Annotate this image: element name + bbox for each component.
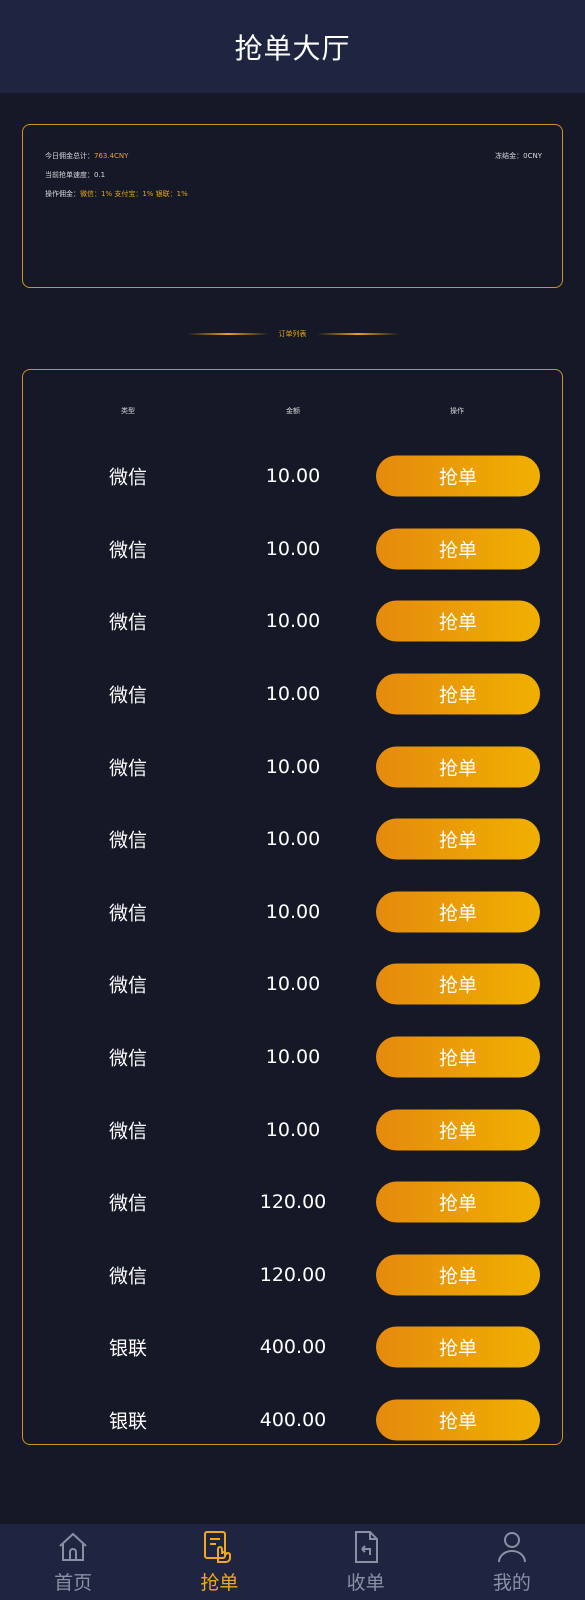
order-type: 微信 (108, 1192, 148, 1215)
fee-row: 操作佣金：微信：1% 支付宝：1% 银联：1% (45, 189, 188, 199)
grab-order-button[interactable]: 抢单 (376, 600, 540, 642)
order-type: 银联 (108, 1337, 148, 1360)
table-row: 微信 10.00 抢单 (23, 803, 564, 876)
order-type: 微信 (108, 539, 148, 562)
order-amount: 10.00 (265, 610, 321, 633)
frozen-label: 冻结金： (495, 152, 524, 160)
fee-label: 操作佣金： (45, 190, 80, 198)
order-type: 微信 (108, 684, 148, 707)
order-amount: 10.00 (265, 1046, 321, 1069)
table-row: 微信 10.00 抢单 (23, 585, 564, 658)
grab-order-button[interactable]: 抢单 (376, 746, 540, 788)
divider-line-right (316, 333, 399, 335)
column-header-type: 类型 (121, 407, 135, 415)
grab-order-button[interactable]: 抢单 (376, 1326, 540, 1368)
home-icon (59, 1532, 87, 1561)
commission-value: 763.4CNY (94, 152, 129, 160)
tab-mine[interactable]: 我的 (439, 1524, 585, 1600)
rate-row: 当前抢单速度：0.1 (45, 170, 105, 180)
bottom-tab-bar: 首页 抢单 收单 我的 (0, 1524, 585, 1600)
table-row: 微信 10.00 抢单 (23, 730, 564, 803)
tab-mine-label: 我的 (492, 1572, 531, 1594)
table-row: 微信 10.00 抢单 (23, 876, 564, 949)
fee-value: 微信：1% 支付宝：1% 银联：1% (80, 190, 188, 198)
order-amount: 10.00 (265, 1118, 321, 1141)
order-type: 微信 (108, 1265, 148, 1288)
grab-order-button[interactable]: 抢单 (376, 891, 540, 933)
order-amount: 120.00 (259, 1263, 327, 1286)
order-amount: 400.00 (259, 1336, 327, 1359)
order-rows: 微信 10.00 抢单 微信 10.00 抢单 微信 10.00 抢单 微信 10.00 抢单 微信 10… (23, 440, 564, 1456)
order-list-title: 订单列表 (278, 330, 307, 338)
frozen-row: 冻结金：0CNY (495, 151, 542, 161)
column-header-operation: 操作 (450, 407, 464, 415)
grab-order-button[interactable]: 抢单 (376, 528, 540, 570)
order-amount: 10.00 (265, 683, 321, 706)
user-icon (497, 1532, 526, 1563)
grab-order-icon (204, 1531, 232, 1563)
tab-grab[interactable]: 抢单 (146, 1524, 292, 1600)
commission-row: 今日佣金总计：763.4CNY (45, 151, 128, 161)
order-list-divider: 订单列表 (0, 325, 585, 343)
order-amount: 120.00 (259, 1191, 327, 1214)
order-type: 微信 (108, 466, 148, 489)
tab-receive[interactable]: 收单 (293, 1524, 439, 1600)
grab-order-button[interactable]: 抢单 (376, 673, 540, 715)
order-type: 微信 (108, 1047, 148, 1070)
table-row: 银联 400.00 抢单 (23, 1311, 564, 1384)
grab-order-button[interactable]: 抢单 (376, 1181, 540, 1223)
table-row: 微信 120.00 抢单 (23, 1166, 564, 1239)
top-header: 抢单大厅 (0, 0, 585, 93)
table-row: 微信 10.00 抢单 (23, 658, 564, 731)
order-type: 微信 (108, 902, 148, 925)
order-amount: 10.00 (265, 537, 321, 560)
order-amount: 10.00 (265, 755, 321, 778)
order-type: 银联 (108, 1410, 148, 1433)
order-amount: 10.00 (265, 973, 321, 996)
tab-home-label: 首页 (54, 1572, 93, 1594)
document-icon (354, 1531, 378, 1563)
tab-receive-label: 收单 (346, 1572, 385, 1594)
order-type: 微信 (108, 829, 148, 852)
grab-order-button[interactable]: 抢单 (376, 1036, 540, 1078)
table-row: 微信 120.00 抢单 (23, 1239, 564, 1312)
grab-order-button[interactable]: 抢单 (376, 1254, 540, 1296)
table-row: 微信 10.00 抢单 (23, 440, 564, 513)
order-type: 微信 (108, 974, 148, 997)
divider-line-left (186, 333, 269, 335)
order-amount: 10.00 (265, 900, 321, 923)
commission-label: 今日佣金总计： (45, 152, 94, 160)
order-amount: 400.00 (259, 1409, 327, 1432)
column-header-amount: 金额 (286, 407, 300, 415)
table-row: 微信 10.00 抢单 (23, 1093, 564, 1166)
rate-value: 0.1 (94, 171, 106, 179)
order-amount: 10.00 (265, 828, 321, 851)
order-list-card: 类型 金额 操作 微信 10.00 抢单 微信 10.00 抢单 微信 10.00 抢单 微信 10… (22, 369, 563, 1445)
order-type: 微信 (108, 757, 148, 780)
rate-label: 当前抢单速度： (45, 171, 94, 179)
grab-order-button[interactable]: 抢单 (376, 1109, 540, 1151)
tab-grab-label: 抢单 (200, 1572, 239, 1594)
table-row: 微信 10.00 抢单 (23, 513, 564, 586)
order-amount: 10.00 (265, 465, 321, 488)
order-type: 微信 (108, 1120, 148, 1143)
tab-home[interactable]: 首页 (0, 1524, 146, 1600)
table-row: 微信 10.00 抢单 (23, 1021, 564, 1094)
grab-order-button[interactable]: 抢单 (376, 455, 540, 497)
table-row: 银联 400.00 抢单 (23, 1384, 564, 1457)
order-type: 微信 (108, 611, 148, 634)
summary-card: 今日佣金总计：763.4CNY 冻结金：0CNY 当前抢单速度：0.1 操作佣金… (22, 124, 563, 288)
grab-order-button[interactable]: 抢单 (376, 963, 540, 1005)
page-title: 抢单大厅 (234, 31, 351, 65)
table-row: 微信 10.00 抢单 (23, 948, 564, 1021)
frozen-value: 0CNY (523, 152, 542, 160)
grab-order-button[interactable]: 抢单 (376, 818, 540, 860)
grab-order-button[interactable]: 抢单 (376, 1399, 540, 1441)
